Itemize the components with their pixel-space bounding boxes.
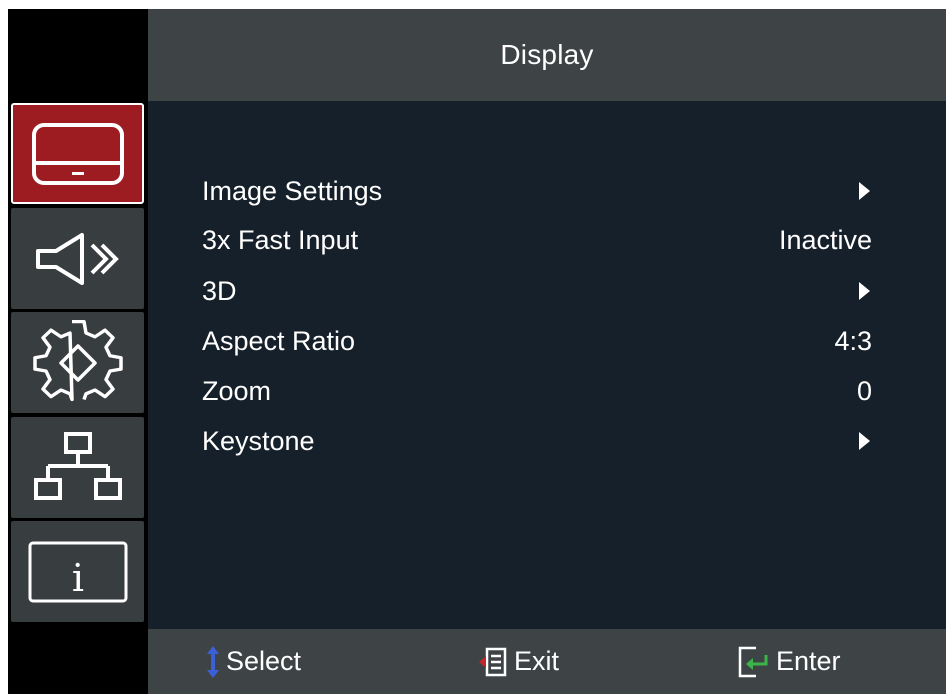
exit-label: Exit — [514, 646, 560, 676]
tab-audio[interactable] — [11, 208, 144, 309]
page-title: Display — [500, 39, 594, 70]
enter-label: Enter — [776, 646, 841, 676]
network-icon — [33, 431, 122, 500]
select-hint: Select — [206, 629, 301, 694]
submenu-arrow-icon — [859, 432, 870, 450]
select-label: Select — [226, 646, 302, 676]
menu-item-3d[interactable]: 3D — [202, 271, 872, 311]
exit-icon — [479, 647, 507, 676]
osd-menu: Display i Image Settings 3x Fast Input I… — [8, 9, 946, 694]
tab-settings[interactable] — [11, 312, 144, 413]
enter-icon — [738, 646, 768, 677]
up-down-arrow-icon — [207, 645, 219, 678]
menu-item-label: 3x Fast Input — [202, 224, 359, 255]
menu-item-image-settings[interactable]: Image Settings — [202, 171, 872, 211]
tab-display[interactable] — [11, 103, 144, 204]
menu-item-value: 0 — [856, 375, 872, 406]
submenu-arrow-icon — [859, 182, 870, 200]
gear-icon — [32, 319, 123, 401]
menu-item-label: Keystone — [202, 425, 315, 456]
title-bar: Display — [148, 9, 946, 101]
menu-item-zoom[interactable]: Zoom 0 — [202, 371, 872, 411]
audio-icon — [35, 232, 119, 285]
menu-item-label: Image Settings — [202, 175, 383, 206]
display-icon — [31, 122, 124, 185]
menu-item-label: 3D — [202, 275, 237, 306]
svg-text:i: i — [71, 556, 83, 600]
menu-item-fast-input[interactable]: 3x Fast Input Inactive — [202, 220, 872, 260]
menu-item-value: Inactive — [778, 224, 872, 255]
menu-item-label: Zoom — [202, 375, 272, 406]
submenu-arrow-icon — [859, 282, 870, 300]
menu-item-keystone[interactable]: Keystone — [202, 421, 872, 461]
info-icon: i — [28, 541, 127, 602]
menu-item-value: 4:3 — [834, 325, 872, 356]
footer-hint-bar: Select Exit Enter — [148, 629, 946, 694]
menu-item-label: Aspect Ratio — [202, 325, 356, 356]
sidebar: i — [8, 101, 148, 629]
enter-hint: Enter — [736, 629, 841, 694]
exit-hint: Exit — [478, 629, 559, 694]
tab-network[interactable] — [11, 417, 144, 518]
tab-info[interactable]: i — [11, 521, 144, 622]
menu-item-aspect-ratio[interactable]: Aspect Ratio 4:3 — [202, 321, 872, 361]
